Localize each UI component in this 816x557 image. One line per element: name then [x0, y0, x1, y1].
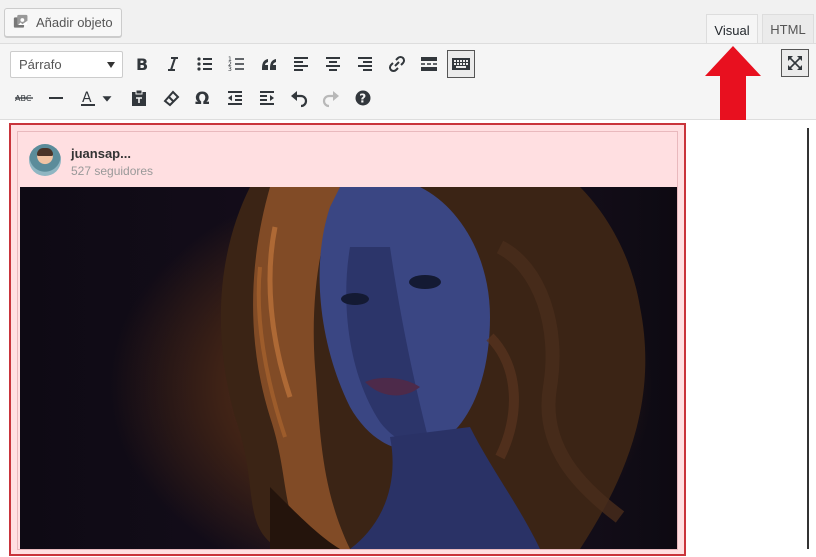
outdent-icon [228, 91, 242, 105]
align-left-icon [294, 57, 308, 71]
read-more-button[interactable] [415, 50, 443, 78]
quote-icon [262, 59, 276, 70]
chevron-down-icon [107, 62, 115, 68]
svg-text:A: A [82, 90, 92, 106]
add-media-icon [13, 14, 28, 28]
editor-top-bar: Añadir objeto Visual HTML [0, 0, 816, 45]
clear-formatting-button[interactable] [157, 84, 185, 112]
svg-text:3: 3 [228, 66, 232, 73]
svg-text:B: B [136, 55, 148, 74]
text-color-icon: A [81, 90, 95, 106]
italic-icon [168, 57, 178, 71]
embed-followers: 527 seguidores [71, 164, 154, 178]
embed-card: juansap... 527 seguidores [17, 131, 678, 550]
indent-button[interactable] [253, 84, 281, 112]
align-center-icon [326, 57, 340, 71]
align-right-button[interactable] [351, 50, 379, 78]
avatar [29, 144, 61, 176]
embed-photo [20, 187, 677, 549]
numbered-list-button[interactable]: 1 2 3 [223, 50, 251, 78]
strikethrough-button[interactable]: ABC [10, 84, 38, 112]
insert-link-button[interactable] [383, 50, 411, 78]
add-media-button[interactable]: Añadir objeto [4, 8, 122, 37]
bold-icon: B [136, 55, 148, 74]
help-icon: ? [355, 90, 371, 106]
align-center-button[interactable] [319, 50, 347, 78]
add-media-label: Añadir objeto [36, 15, 113, 30]
redo-icon [322, 91, 339, 108]
horizontal-line-icon [49, 97, 63, 99]
horizontal-line-button[interactable] [42, 84, 70, 112]
red-arrow-icon [705, 46, 761, 128]
chevron-down-icon [102, 96, 112, 102]
numbered-list-icon: 1 2 3 [228, 56, 244, 73]
special-character-button[interactable]: Ω [189, 84, 217, 112]
bullet-list-icon [197, 57, 212, 71]
align-left-button[interactable] [287, 50, 315, 78]
embed-username: juansap... [71, 146, 131, 161]
clipboard-icon [132, 89, 146, 106]
tab-html-label: HTML [770, 22, 806, 37]
help-button[interactable]: ? [349, 84, 377, 112]
tab-html[interactable]: HTML [762, 14, 814, 44]
undo-button[interactable] [285, 84, 313, 112]
svg-text:?: ? [359, 92, 366, 106]
format-select[interactable]: Párrafo [10, 51, 123, 78]
format-select-value: Párrafo [19, 57, 62, 72]
keyboard-icon [452, 58, 470, 70]
omega-icon: Ω [195, 89, 209, 108]
fullscreen-button[interactable] [781, 49, 809, 77]
outdent-button[interactable] [221, 84, 249, 112]
read-more-icon [421, 57, 437, 71]
fullscreen-icon [788, 56, 802, 70]
strikethrough-icon: ABC [15, 94, 33, 103]
svg-text:Ω: Ω [195, 89, 209, 108]
blockquote-button[interactable] [255, 50, 283, 78]
italic-button[interactable] [159, 50, 187, 78]
tab-visual[interactable]: Visual [706, 14, 758, 45]
undo-icon [291, 91, 308, 108]
bold-button[interactable]: B [127, 50, 155, 78]
tab-visual-label: Visual [714, 22, 750, 38]
instagram-embed[interactable]: juansap... 527 seguidores [9, 123, 686, 556]
eraser-icon [163, 90, 180, 107]
toolbar-toggle-button[interactable] [447, 50, 475, 78]
paste-as-text-button[interactable] [125, 84, 153, 112]
portrait-illustration [220, 187, 646, 549]
align-right-icon [358, 57, 372, 71]
content-divider [807, 128, 809, 549]
link-icon [388, 55, 406, 73]
editor-toolbar: Párrafo B 1 2 3 ABC A Ω ? [0, 44, 816, 120]
indent-icon [260, 91, 274, 105]
bullet-list-button[interactable] [191, 50, 219, 78]
redo-button[interactable] [317, 84, 345, 112]
text-color-dropdown[interactable] [98, 84, 116, 112]
